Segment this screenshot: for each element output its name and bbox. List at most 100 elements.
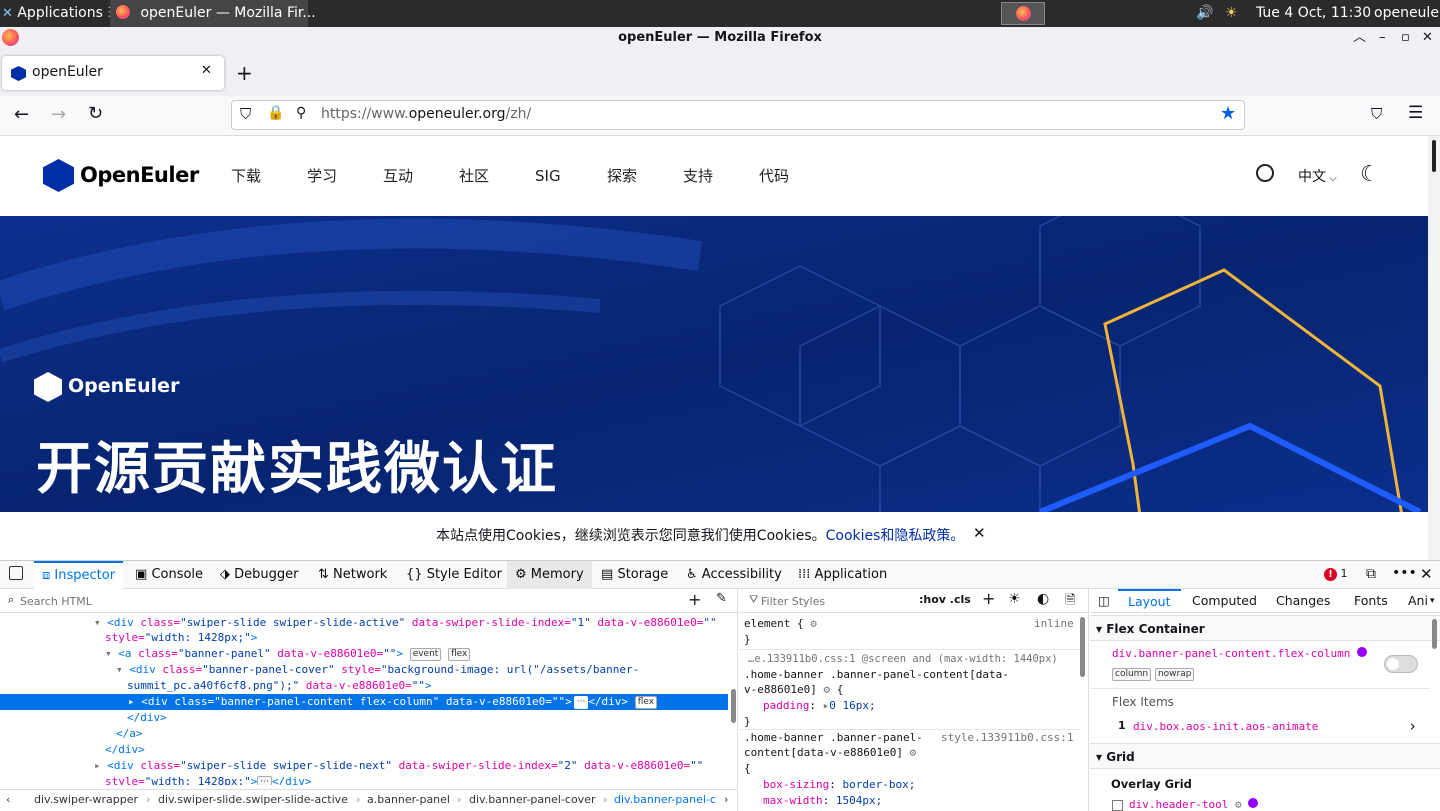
nav-learn[interactable]: 学习 xyxy=(307,136,337,216)
rule-source[interactable]: inline xyxy=(1034,616,1074,632)
tree-node[interactable]: ▾ <div class="banner-panel-cover" style=… xyxy=(116,662,639,678)
tab-accessibility[interactable]: ♿ Accessibility xyxy=(686,561,782,589)
tab-inspector[interactable]: ⧈ Inspector xyxy=(34,561,124,589)
breadcrumb-item[interactable]: div.swiper-wrapper xyxy=(34,790,138,810)
tree-node[interactable]: ▾ <div class="swiper-slide swiper-slide-… xyxy=(94,615,717,631)
user-name[interactable]: openeuler xyxy=(1374,0,1440,27)
tree-node[interactable]: </a> xyxy=(116,726,143,742)
selected-tree-node[interactable]: ▸ <div class="banner-panel-content flex-… xyxy=(0,694,728,710)
reload-icon[interactable]: ↻ xyxy=(88,103,103,124)
close-window-icon[interactable]: ✕ xyxy=(1422,27,1433,49)
close-devtools-icon[interactable]: ✕ xyxy=(1420,565,1433,583)
toggle-sidebar-icon[interactable]: ◫ xyxy=(1098,589,1110,613)
eyedropper-icon[interactable]: ✎ xyxy=(716,591,727,606)
weather-icon[interactable]: ☀ xyxy=(1225,0,1238,27)
tab-memory[interactable]: ⚙ Memory xyxy=(507,561,592,589)
tab-changes[interactable]: Changes xyxy=(1276,589,1330,613)
breadcrumb-item[interactable]: div.banner-panel-cover xyxy=(469,790,595,810)
tabs-overflow-icon[interactable]: ▾ xyxy=(1430,589,1435,613)
grid-item[interactable]: div.header-tool ⚙ xyxy=(1112,798,1259,811)
close-tab-icon[interactable]: ✕ xyxy=(201,63,212,78)
flex-highlight-toggle[interactable] xyxy=(1384,655,1418,673)
tab-computed[interactable]: Computed xyxy=(1192,589,1257,613)
permissions-icon[interactable]: ⚲ xyxy=(296,105,306,121)
grid-checkbox[interactable] xyxy=(1112,799,1123,811)
rule-source[interactable]: style.133911b0.css:1 xyxy=(941,730,1073,746)
flex-container-header[interactable]: ▾ Flex Container xyxy=(1090,615,1440,641)
pick-element-icon[interactable] xyxy=(9,566,23,580)
forward-icon[interactable]: → xyxy=(51,104,66,125)
rule-declaration[interactable]: box-sizing: border-box; xyxy=(763,777,915,793)
tab-application[interactable]: ⁞⁞⁞ Application xyxy=(798,561,887,589)
search-html-input[interactable] xyxy=(20,592,660,610)
lang-selector[interactable]: 中文 ⌵ xyxy=(1298,166,1337,186)
media-query-source[interactable]: …e.133911b0.css:1 @screen and (max-width… xyxy=(748,651,1058,667)
tab-fonts[interactable]: Fonts xyxy=(1354,589,1388,613)
grid-header[interactable]: ▾ Grid xyxy=(1090,743,1440,769)
dark-mode-moon-icon[interactable]: ☾ xyxy=(1360,162,1380,187)
error-count-badge[interactable]: ! 1 xyxy=(1324,567,1348,581)
tab-network[interactable]: ⇅ Network xyxy=(318,561,387,589)
rule-declaration[interactable]: max-width: 1504px; xyxy=(763,793,882,809)
tree-node[interactable]: </div> xyxy=(105,742,145,758)
layout-scrollbar[interactable] xyxy=(1432,619,1437,649)
rule-selector[interactable]: content[data-v-e88601e0] ⚙ xyxy=(744,745,916,761)
tab-layout[interactable]: Layout xyxy=(1118,589,1181,613)
tree-node[interactable]: style="width: 1428px;"> ··· </div> xyxy=(105,774,312,785)
tab-debugger[interactable]: ⬗ Debugger xyxy=(220,561,299,589)
flex-container-selector[interactable]: div.banner-panel-content.flex-column xyxy=(1112,647,1368,660)
flex-item[interactable]: 1 div.box.aos-init.aos-animate › xyxy=(1090,717,1430,737)
page-scrollbar[interactable] xyxy=(1428,136,1440,560)
nav-download[interactable]: 下载 xyxy=(231,136,261,216)
chevron-up-icon[interactable]: ︿ xyxy=(1353,27,1366,49)
url-text[interactable]: https://www.openeuler.org/zh/ xyxy=(321,106,531,122)
shield-icon[interactable]: ⛉ xyxy=(240,105,251,123)
add-node-icon[interactable]: + xyxy=(688,590,701,609)
event-badge[interactable]: event xyxy=(409,647,442,661)
print-media-icon[interactable]: 🗎 xyxy=(1065,591,1075,613)
tree-node[interactable]: summit_pc.a40f6cf8.png");" data-v-e88601… xyxy=(127,678,432,694)
workspace-thumbnail[interactable] xyxy=(1001,2,1045,25)
menu-icon[interactable]: ☰ xyxy=(1408,103,1423,123)
highlighter-dot-icon[interactable] xyxy=(1357,647,1368,657)
tab-style-editor[interactable]: {} Style Editor xyxy=(406,561,502,589)
tree-node[interactable]: ▾ <a class="banner-panel" data-v-e88601e… xyxy=(105,646,471,662)
light-scheme-icon[interactable]: ☀ xyxy=(1008,591,1021,607)
flex-badge[interactable]: flex xyxy=(634,695,658,709)
tab-storage[interactable]: ▤ Storage xyxy=(601,561,668,589)
nav-explore[interactable]: 探索 xyxy=(607,136,637,216)
cookie-policy-link[interactable]: Cookies和隐私政策。 xyxy=(826,528,965,544)
rule-declaration[interactable]: padding: ▸0 16px; xyxy=(763,698,876,714)
tab-animations[interactable]: Ani xyxy=(1408,589,1428,613)
dark-scheme-icon[interactable]: ◐ xyxy=(1037,591,1049,607)
breadcrumb-item[interactable]: div.swiper-slide.swiper-slide-active xyxy=(158,790,348,810)
hero-banner[interactable]: OpenEuler 开源贡献实践微认证 xyxy=(0,216,1428,512)
rule-selector[interactable]: v-e88601e0] ⚙ { xyxy=(744,682,843,698)
tab-console[interactable]: ▣ Console xyxy=(135,561,203,589)
site-search-icon[interactable] xyxy=(1256,164,1274,182)
clock[interactable]: Tue 4 Oct, 11:30 xyxy=(1256,0,1371,27)
maximize-icon[interactable]: ▫ xyxy=(1401,27,1410,49)
breadcrumb-left-icon[interactable]: ‹ xyxy=(6,790,10,810)
nav-interact[interactable]: 互动 xyxy=(383,136,413,216)
rule-selector[interactable]: .home-banner .banner-panel- xyxy=(744,730,923,746)
minimize-icon[interactable]: – xyxy=(1379,27,1386,49)
tree-node[interactable]: </div> xyxy=(127,710,167,726)
site-logo[interactable]: OpenEuler xyxy=(43,159,199,193)
lock-icon[interactable]: 🔒 xyxy=(267,105,284,121)
breadcrumb-item-active[interactable]: div.banner-panel-c xyxy=(614,790,718,810)
tree-node[interactable]: ▸ <div class="swiper-slide swiper-slide-… xyxy=(94,758,703,774)
nav-sig[interactable]: SIG xyxy=(535,136,561,216)
flex-badge[interactable]: flex xyxy=(447,647,471,661)
nav-code[interactable]: 代码 xyxy=(759,136,789,216)
back-icon[interactable]: ← xyxy=(14,104,29,125)
applications-menu[interactable]: ✕ Applications ☰ xyxy=(2,0,120,27)
nav-community[interactable]: 社区 xyxy=(459,136,489,216)
nav-support[interactable]: 支持 xyxy=(683,136,713,216)
breadcrumb-item[interactable]: a.banner-panel xyxy=(367,790,450,810)
taskbar-window-button[interactable]: openEuler — Mozilla Fir... xyxy=(110,0,316,27)
url-bar[interactable]: ⛉ 🔒 ⚲ https://www.openeuler.org/zh/ ★ xyxy=(231,100,1245,130)
hov-cls-toggle[interactable]: :hov .cls xyxy=(919,593,971,606)
markup-scrollbar[interactable] xyxy=(731,689,736,723)
rule-selector[interactable]: .home-banner .banner-panel-content[data- xyxy=(744,667,1009,683)
